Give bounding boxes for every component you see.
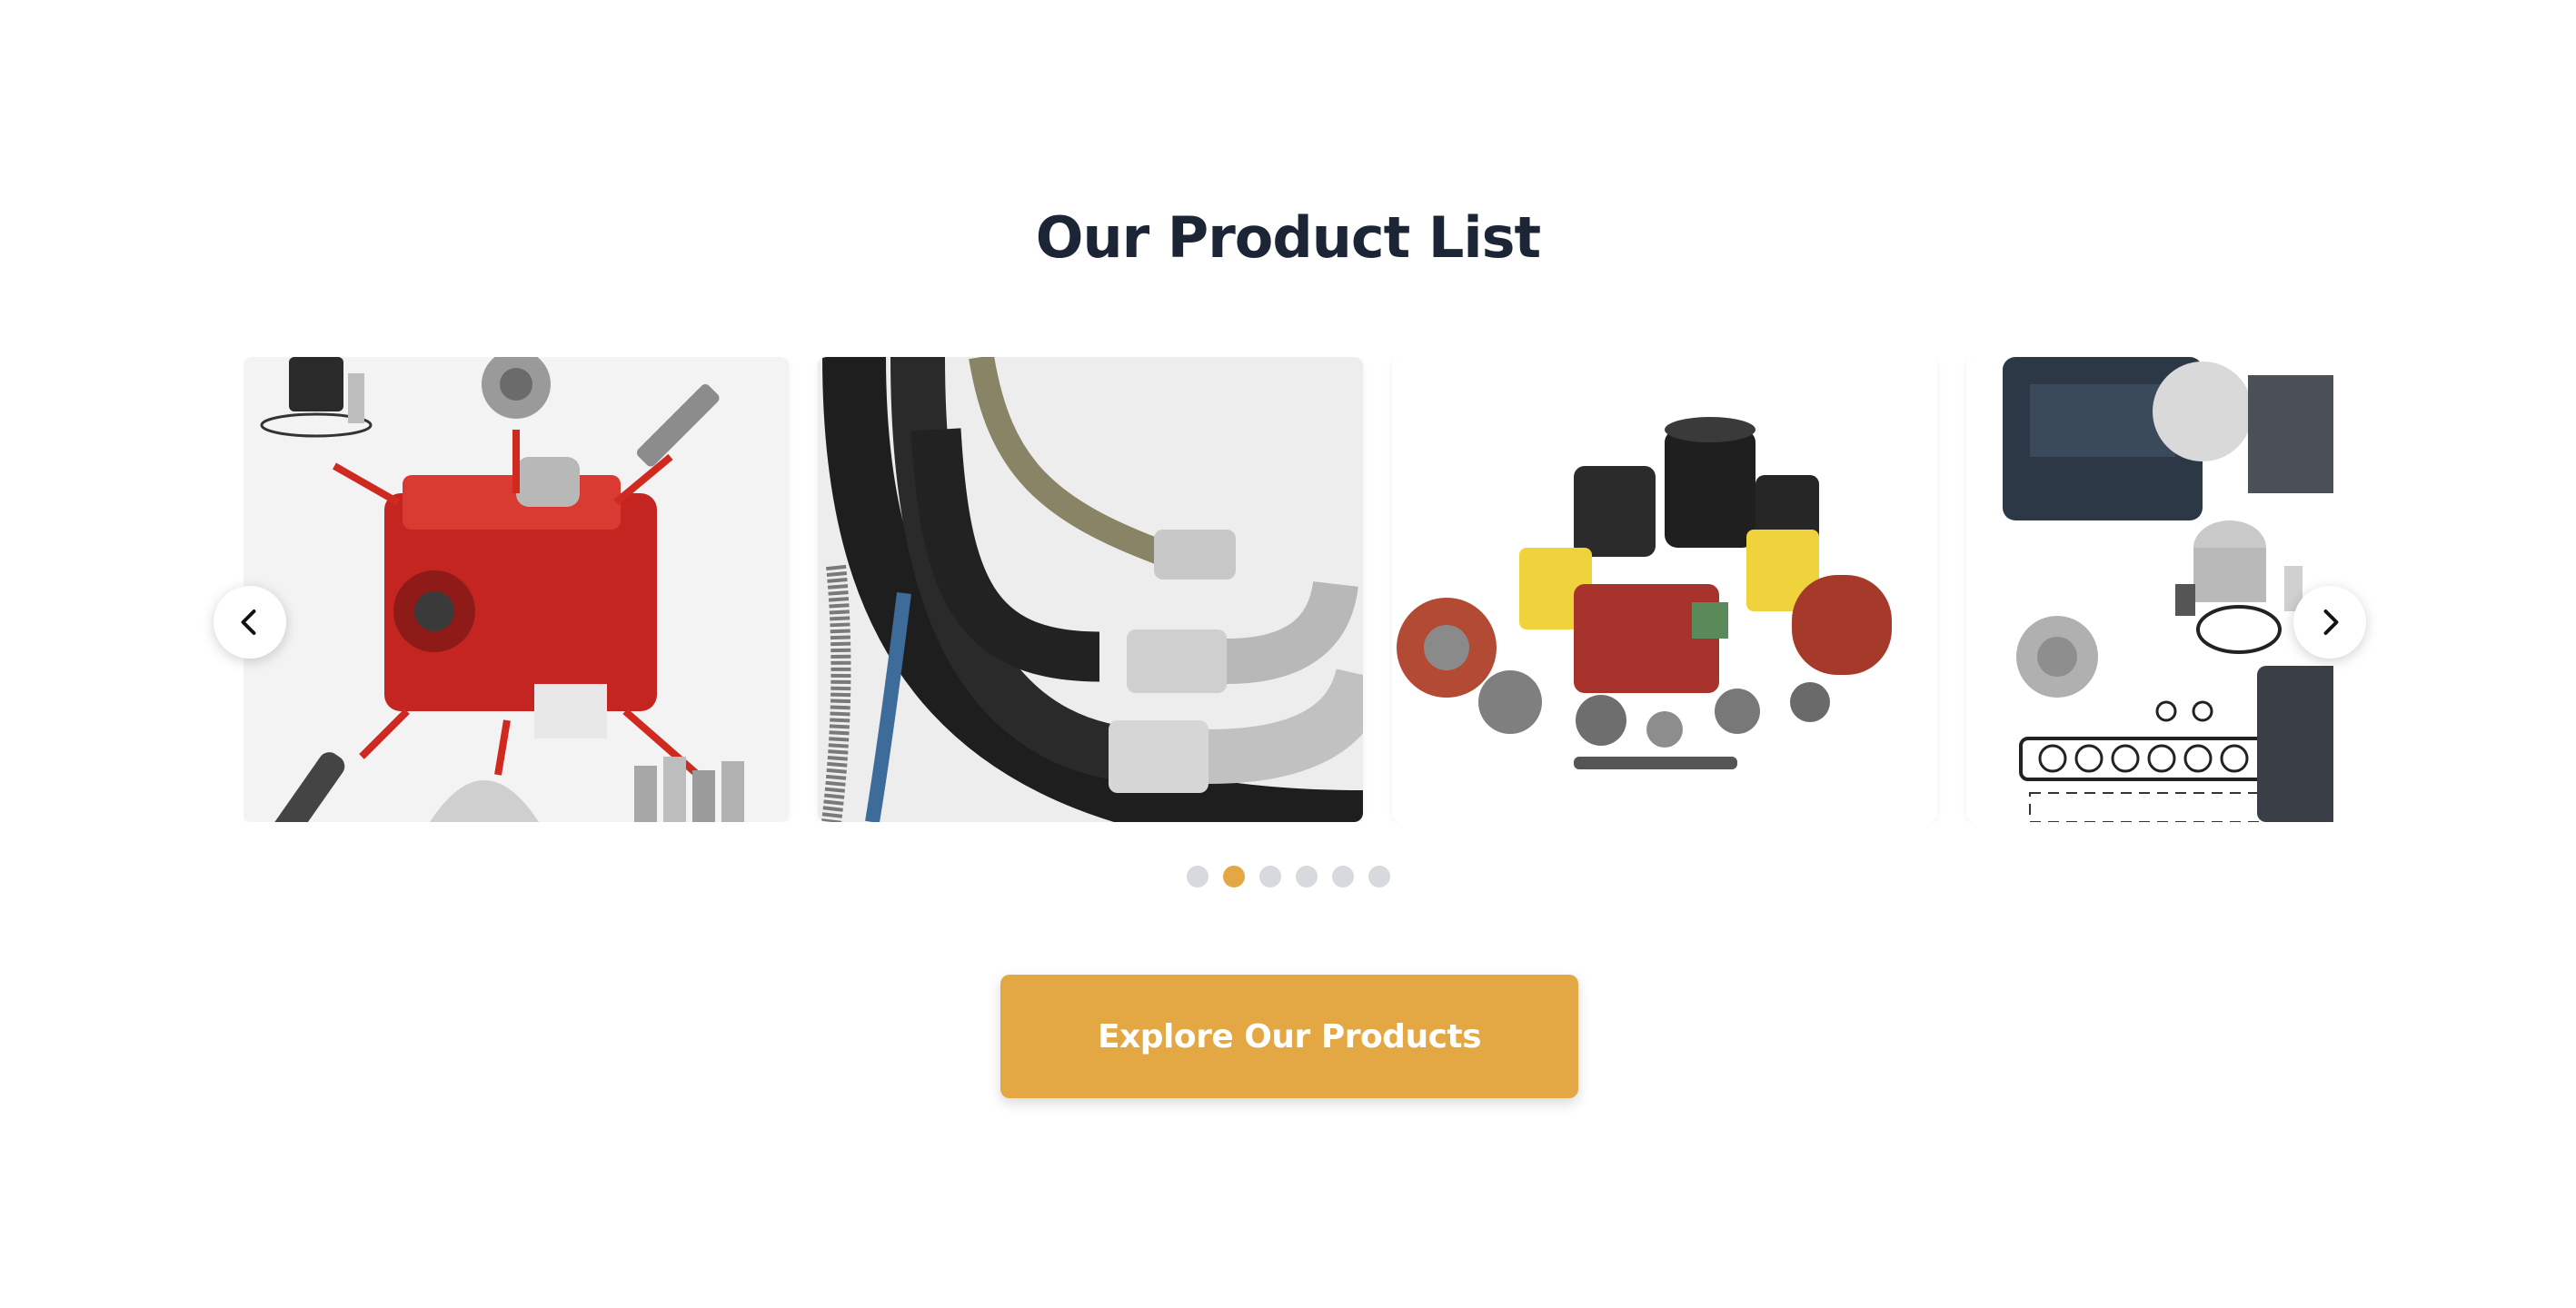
section-title: Our Product List [1035,204,1541,271]
product-carousel[interactable] [244,357,2333,822]
chevron-right-icon [2323,609,2339,635]
explore-products-button[interactable]: Explore Our Products [1000,975,1578,1098]
carousel-dot-6[interactable] [1368,866,1390,887]
carousel-dot-2[interactable] [1222,866,1245,887]
carousel-next-button[interactable] [2293,586,2366,659]
carousel-dot-1[interactable] [1186,866,1208,887]
carousel-prev-button[interactable] [214,586,286,659]
product-slide-engine-parts[interactable] [244,357,789,822]
carousel-dot-4[interactable] [1295,866,1318,887]
hydraulic-pumps-image [1392,357,1937,822]
product-list-section: Our Product List Explore Our Products [0,0,2576,1308]
carousel-dot-5[interactable] [1331,866,1354,887]
hydraulic-hoses-image [818,357,1363,822]
carousel-pagination [0,866,2576,887]
product-slide-gaskets[interactable] [1966,357,2333,822]
product-slide-pumps[interactable] [1392,357,1937,822]
chevron-left-icon [241,609,256,635]
engine-parts-image [244,357,789,822]
product-slide-hoses[interactable] [818,357,1363,822]
engine-gaskets-image [1966,357,2333,822]
carousel-track [244,357,2333,822]
carousel-dot-3[interactable] [1258,866,1281,887]
